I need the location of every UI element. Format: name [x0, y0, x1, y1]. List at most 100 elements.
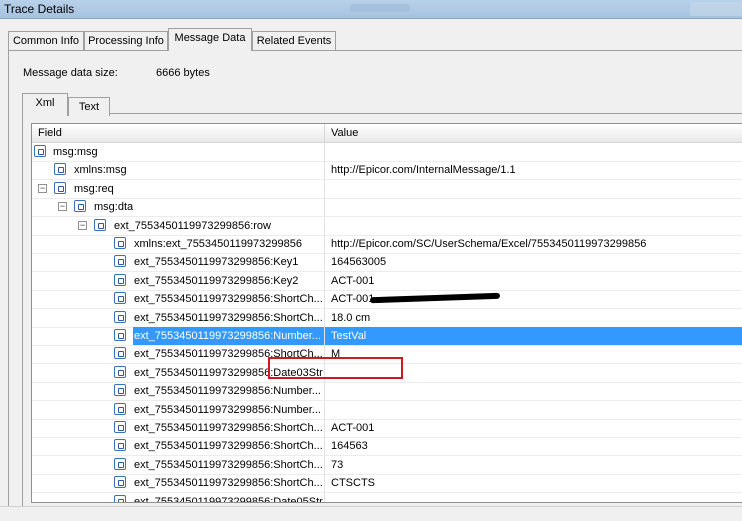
field-cell: msg:req — [74, 182, 114, 195]
tab-label: Common Info — [12, 35, 80, 47]
table-row[interactable]: − msg:req — [32, 179, 742, 199]
field-cell: xmlns:msg — [74, 164, 127, 177]
tab-label: Message Data — [174, 32, 246, 44]
xml-node-icon — [114, 273, 126, 286]
xml-node-icon — [114, 347, 126, 360]
value-cell[interactable]: http://Epicor.com/InternalMessage/1.1 — [331, 164, 516, 176]
cell-separator — [324, 400, 325, 419]
table-row[interactable]: xmlns:msg http://Epicor.com/InternalMessa… — [32, 161, 742, 181]
field-cell: ext_7553450119973299856:Key2 — [134, 274, 299, 287]
xml-node-icon — [114, 439, 126, 452]
value-cell[interactable]: 164563005 — [331, 256, 386, 268]
tab-processing-info[interactable]: Processing Info — [84, 31, 168, 50]
value-cell[interactable]: ACT-001 — [331, 422, 374, 434]
field-column-header[interactable]: Field — [38, 127, 62, 139]
xml-node-icon — [114, 494, 126, 502]
message-size-value: 6666 bytes — [156, 67, 210, 79]
table-row[interactable]: xmlns:ext_7553450119973299856 http://Epic… — [32, 235, 742, 254]
title-bar: Trace Details — [0, 0, 742, 19]
xml-node-icon — [114, 402, 126, 415]
collapse-toggle[interactable]: − — [58, 202, 67, 212]
xml-node-icon — [114, 329, 126, 341]
tab-xml[interactable]: Xml — [22, 93, 68, 116]
field-cell: ext_7553450119973299856:ShortCh... — [134, 311, 323, 324]
xml-node-icon — [114, 384, 126, 397]
table-row[interactable]: ext_7553450119973299856:Number... — [32, 400, 742, 420]
cell-separator — [324, 308, 325, 327]
collapse-toggle[interactable]: − — [78, 220, 87, 230]
cell-separator — [324, 382, 325, 401]
tab-label: Processing Info — [88, 35, 164, 47]
value-cell[interactable]: http://Epicor.com/SC/UserSchema/Excel/75… — [331, 238, 646, 250]
window-controls-blur — [690, 2, 742, 16]
xml-node-icon — [114, 255, 126, 268]
value-cell[interactable]: ACT-001 — [331, 293, 374, 305]
xml-attribute-icon — [114, 237, 126, 249]
field-cell: ext_7553450119973299856:ShortCh... — [134, 422, 323, 434]
table-row[interactable]: msg:msg — [32, 143, 742, 162]
table-row[interactable]: ext_7553450119973299856:Number... — [32, 382, 742, 402]
table-row[interactable]: ext_7553450119973299856:ShortCh... 73 — [32, 455, 742, 475]
value-cell[interactable]: 73 — [331, 459, 343, 471]
xml-node-icon — [114, 457, 126, 470]
value-cell[interactable]: ACT-001 — [331, 275, 374, 287]
tab-message-data[interactable]: Message Data — [168, 28, 252, 51]
field-cell: ext_7553450119973299856:Date05Str — [134, 495, 323, 503]
cell-separator — [324, 455, 325, 474]
cell-separator — [324, 235, 325, 253]
cell-separator — [324, 216, 325, 235]
cell-separator — [324, 492, 325, 502]
table-row[interactable]: ext_7553450119973299856:ShortCh... 18.0 c… — [32, 308, 742, 328]
field-cell: ext_7553450119973299856:ShortCh... — [134, 477, 323, 490]
grid-header: Field Value — [32, 124, 742, 143]
cell-separator — [324, 419, 325, 437]
table-row[interactable]: ext_7553450119973299856:Key1 164563005 — [32, 253, 742, 273]
tab-label: Xml — [35, 97, 55, 109]
table-row[interactable]: ext_7553450119973299856:Date05Str — [32, 492, 742, 503]
table-row[interactable]: − ext_7553450119973299856:row — [32, 216, 742, 236]
xml-attribute-icon — [54, 163, 66, 176]
field-cell: ext_7553450119973299856:ShortCh... — [134, 293, 323, 306]
title-bar-blur — [350, 4, 410, 12]
cell-separator — [324, 437, 325, 456]
window-title: Trace Details — [4, 2, 75, 16]
tab-label: Text — [78, 101, 100, 113]
column-separator[interactable] — [324, 124, 325, 142]
field-cell: ext_7553450119973299856:ShortCh... — [134, 440, 323, 453]
value-cell[interactable]: 164563 — [331, 440, 368, 452]
field-cell: ext_7553450119973299856:Key1 — [134, 256, 299, 269]
field-cell: ext_7553450119973299856:ShortCh... — [134, 458, 323, 471]
table-row[interactable]: − msg:dta — [32, 198, 742, 218]
xml-node-icon — [114, 365, 126, 378]
table-row[interactable]: ext_7553450119973299856:ShortCh... 164563 — [32, 437, 742, 457]
field-cell: msg:msg — [53, 146, 98, 158]
xml-tree-grid[interactable]: Field Value msg:msg xmlns:msg http://Epico… — [31, 123, 742, 503]
xml-node-icon — [114, 292, 126, 305]
table-row[interactable]: ext_7553450119973299856:ShortCh... CTSCTS — [32, 474, 742, 494]
value-cell[interactable]: CTSCTS — [331, 477, 375, 489]
tab-related-events[interactable]: Related Events — [252, 31, 336, 50]
cell-separator — [324, 271, 325, 290]
xml-node-icon — [114, 476, 126, 489]
table-row[interactable]: ext_7553450119973299856:Key2 ACT-001 — [32, 271, 742, 291]
field-cell: ext_7553450119973299856:Number... — [134, 330, 321, 342]
table-row[interactable]: ext_7553450119973299856:ShortCh... ACT-00… — [32, 419, 742, 438]
table-row[interactable]: ext_7553450119973299856:Number... TestVal — [32, 327, 742, 346]
xml-node-icon — [114, 421, 126, 433]
cell-separator — [324, 253, 325, 272]
cell-separator — [324, 198, 325, 217]
field-cell: ext_7553450119973299856:Number... — [134, 385, 321, 398]
cell-separator — [324, 474, 325, 493]
value-column-header[interactable]: Value — [331, 127, 358, 139]
cell-separator — [324, 143, 325, 161]
field-cell: ext_7553450119973299856:Number... — [134, 403, 321, 416]
value-cell[interactable]: TestVal — [331, 330, 366, 342]
tab-common-info[interactable]: Common Info — [8, 31, 84, 50]
cell-separator — [324, 179, 325, 198]
tab-text[interactable]: Text — [68, 97, 110, 116]
field-cell: xmlns:ext_7553450119973299856 — [134, 238, 302, 250]
xml-node-icon — [74, 200, 86, 213]
xml-node-icon — [54, 181, 66, 194]
collapse-toggle[interactable]: − — [38, 183, 47, 193]
value-cell[interactable]: 18.0 cm — [331, 312, 370, 324]
